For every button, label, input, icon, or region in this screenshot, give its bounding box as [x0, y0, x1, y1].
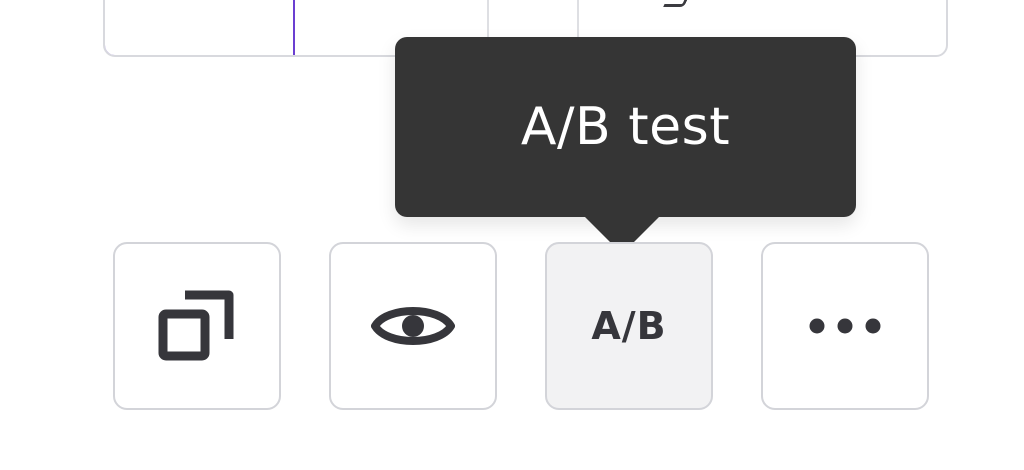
more-horizontal-icon	[809, 318, 881, 334]
preview-button[interactable]	[329, 242, 497, 410]
eye-icon	[371, 307, 455, 345]
ab-test-button[interactable]: A/B	[545, 242, 713, 410]
duplicate-icon	[158, 290, 234, 361]
tooltip-text: A/B test	[520, 97, 731, 157]
segment-option-selected[interactable]	[105, 0, 295, 55]
clipped-label-glyph	[663, 0, 692, 7]
more-button[interactable]	[761, 242, 929, 410]
duplicate-button[interactable]	[113, 242, 281, 410]
editor-toolbar-area: A/B test A/B	[0, 0, 1024, 470]
tooltip: A/B test	[395, 37, 856, 217]
ab-test-icon: A/B	[591, 304, 667, 348]
